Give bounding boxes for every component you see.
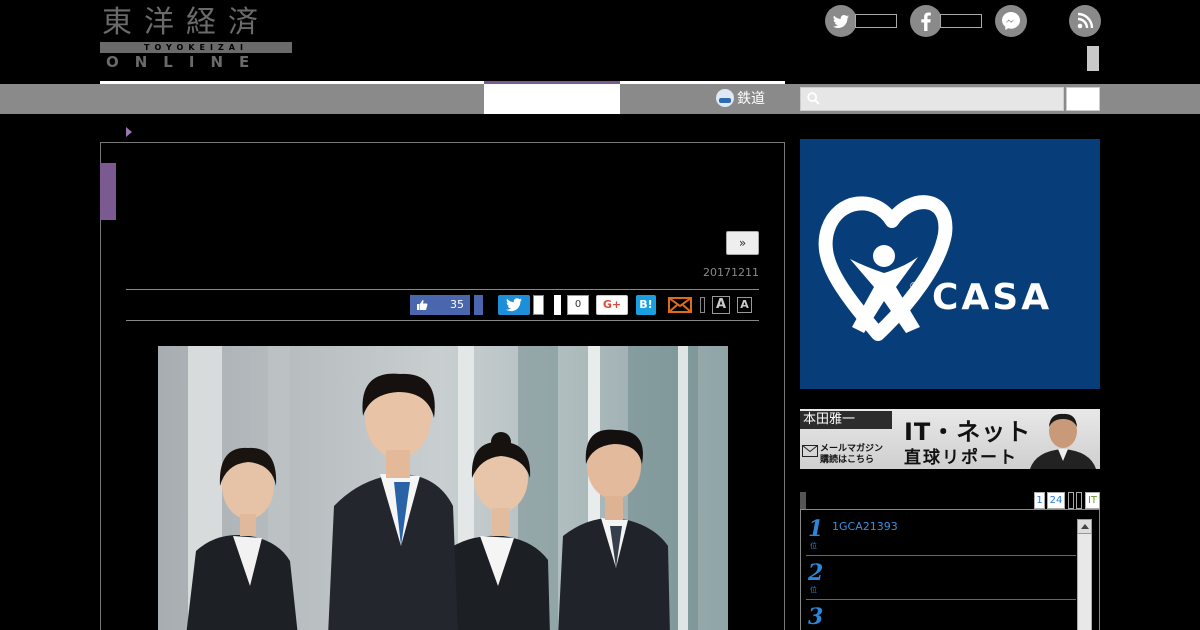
- tweet-button[interactable]: [498, 295, 530, 315]
- ranking-item[interactable]: 3 位: [806, 600, 1076, 630]
- hatena-bookmark-button[interactable]: B!: [636, 295, 656, 315]
- rank-number: 3: [808, 604, 824, 630]
- logo-online: ONLINE: [106, 53, 266, 71]
- twitter-bird-icon: [506, 298, 522, 312]
- nav-tab-railway[interactable]: 鉄道: [716, 88, 765, 108]
- mailmag-cta-line2: 購読はこちら: [820, 455, 875, 465]
- like-count: 35: [450, 298, 464, 311]
- twitter-counter: [855, 14, 897, 28]
- search-input[interactable]: [800, 87, 1064, 111]
- mailmag-author: 本田雅一: [800, 411, 892, 429]
- mailmag-title: IT・ネット: [904, 418, 1032, 446]
- twitter-follow[interactable]: [825, 5, 905, 37]
- search-button[interactable]: [1066, 87, 1100, 111]
- train-icon: [716, 89, 734, 107]
- ranking-header-marker: [800, 492, 806, 510]
- facebook-icon: [910, 5, 942, 37]
- pocket-button[interactable]: [554, 295, 561, 315]
- mail-magazine-banner[interactable]: 本田雅一 メールマガジン 購読はこちら IT・ネット 直球リポート: [800, 409, 1100, 469]
- messenger-share[interactable]: [995, 5, 1027, 37]
- facebook-share-button[interactable]: [474, 295, 483, 315]
- ranking-tab-1h[interactable]: 1: [1034, 492, 1045, 509]
- rss-icon: [1069, 5, 1101, 37]
- next-page-button[interactable]: »: [726, 231, 759, 255]
- nav-tab-railway-label: 鉄道: [737, 91, 765, 107]
- facebook-like-button[interactable]: 35: [410, 295, 470, 315]
- thumbs-up-icon: [417, 300, 428, 310]
- share-bar-divider-bottom: [126, 320, 759, 321]
- mail-icon[interactable]: [668, 295, 692, 315]
- article-photo: [158, 346, 728, 630]
- article-date: 20171211: [703, 266, 759, 279]
- google-plus-button[interactable]: G+: [596, 295, 628, 315]
- casa-advertisement[interactable]: ® CASA: [800, 139, 1100, 389]
- header-menu-button[interactable]: [1087, 46, 1099, 71]
- ranking-item[interactable]: 1 位 1GCA21393: [806, 512, 1076, 556]
- rank-number: 2: [808, 560, 824, 586]
- site-logo[interactable]: 東洋経済 TOYOKEIZAI ONLINE: [100, 6, 292, 70]
- logo-romaji: TOYOKEIZAI: [100, 42, 292, 53]
- rank-suffix: 位: [810, 586, 817, 594]
- search-icon: [807, 92, 820, 105]
- tweet-count: [533, 295, 544, 315]
- ranking-tab-24h[interactable]: 24: [1047, 492, 1065, 509]
- share-bar-divider-top: [126, 289, 759, 290]
- rank-number: 1: [808, 516, 824, 542]
- rank-title[interactable]: 1GCA21393: [832, 520, 898, 533]
- facebook-counter: [940, 14, 982, 28]
- ranking-tab-3[interactable]: [1068, 492, 1074, 509]
- pocket-count: 0: [567, 295, 589, 315]
- author-portrait: [1030, 413, 1096, 469]
- rss-feed[interactable]: [1069, 5, 1101, 37]
- ranking-scrollbar[interactable]: [1077, 519, 1092, 630]
- breadcrumb-arrow-icon: [126, 127, 132, 137]
- casa-brand-text: CASA: [932, 277, 1053, 318]
- print-button[interactable]: [700, 297, 705, 313]
- ranking-tab-4[interactable]: [1076, 492, 1082, 509]
- ranking-tab-it[interactable]: IT: [1085, 492, 1100, 509]
- font-size-small-button[interactable]: A: [737, 297, 752, 313]
- rank-suffix: 位: [810, 542, 817, 550]
- font-size-large-button[interactable]: A: [712, 296, 730, 314]
- scroll-up-arrow-icon[interactable]: [1077, 519, 1092, 534]
- logo-kanji: 東洋経済: [102, 5, 270, 40]
- mailmag-subtitle: 直球リポート: [904, 448, 1018, 468]
- twitter-icon: [825, 5, 857, 37]
- facebook-follow[interactable]: [910, 5, 990, 37]
- envelope-icon: [802, 445, 818, 457]
- ranking-item[interactable]: 2 位: [806, 556, 1076, 600]
- article-title-accent: [100, 163, 116, 220]
- messenger-icon: [995, 5, 1027, 37]
- nav-tab-active[interactable]: [484, 84, 620, 114]
- casa-logo-icon: [818, 195, 953, 341]
- registered-mark: ®: [909, 281, 919, 292]
